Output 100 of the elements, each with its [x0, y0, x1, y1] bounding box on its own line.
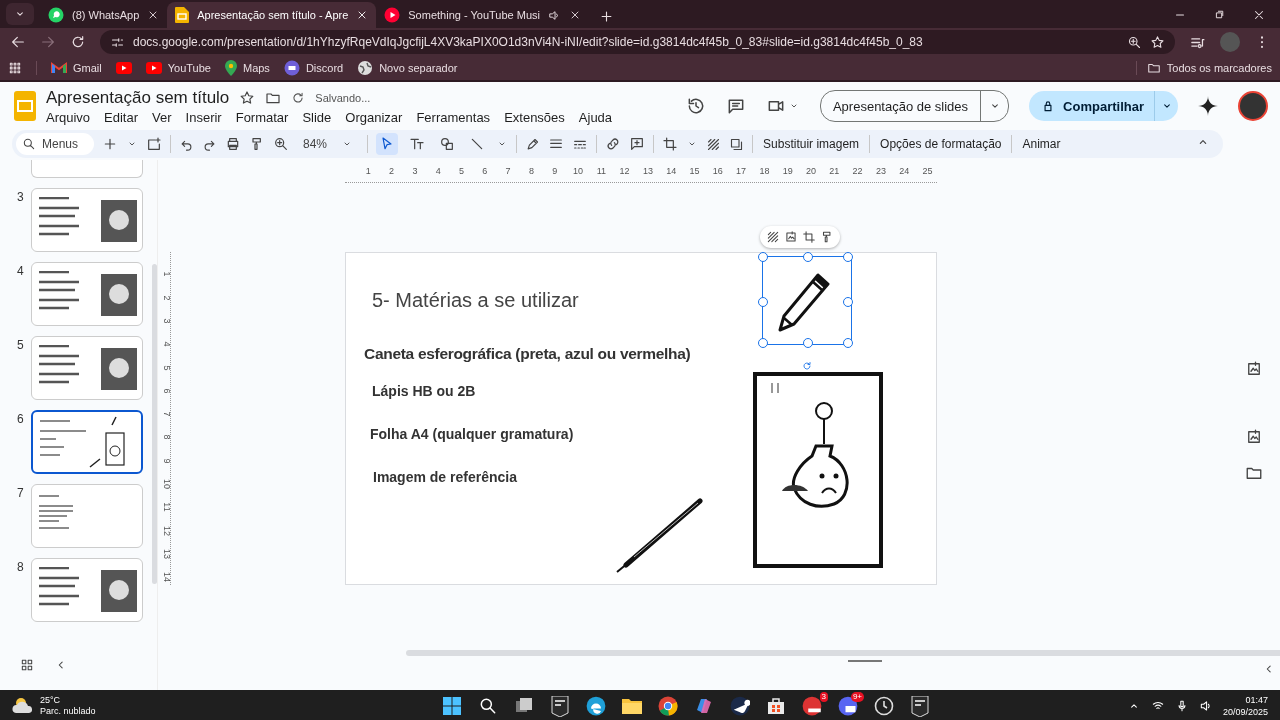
copilot-icon[interactable] [694, 696, 714, 716]
all-bookmarks-link[interactable]: Todos os marcadores [1135, 61, 1272, 75]
ruler-number: 4 [162, 340, 172, 349]
rotate-icon[interactable] [801, 360, 813, 372]
slide-thumbnail[interactable] [31, 410, 143, 474]
replace-image-icon[interactable] [784, 230, 798, 244]
search-icon[interactable] [478, 696, 498, 716]
shield-logo-icon[interactable] [551, 695, 569, 717]
menu-item[interactable]: Ver [152, 109, 172, 125]
bookmark-link[interactable] [115, 62, 132, 74]
menu-item[interactable]: Arquivo [46, 109, 91, 125]
close-icon[interactable] [1252, 8, 1266, 22]
crop-icon[interactable] [802, 230, 816, 244]
remove-background-icon[interactable] [766, 230, 780, 244]
ruler-number: 18 [758, 166, 771, 176]
crop-icon[interactable] [662, 136, 679, 152]
tab-title: (8) WhatsApp [72, 9, 140, 21]
address-bar[interactable]: docs.google.com/presentation/d/1hYhzyfRqeVdIqJgcfijL4XV3kaPIX0O1d3nVi4N-iNI/edit?slide=id.g3814dc4f45b_0_83#slide=id.g3814dc4f45b_0_83 [100, 30, 1175, 54]
scrollbar[interactable] [152, 264, 157, 584]
ruler-number: 23 [874, 166, 887, 176]
ruler-number: 2 [388, 166, 396, 176]
ruler-number: 7 [162, 410, 172, 419]
menu-item[interactable]: Editar [104, 109, 139, 125]
zoom-select[interactable]: 84% [297, 136, 360, 152]
apps-grid-icon[interactable] [8, 61, 22, 75]
bookmark-star-icon[interactable] [1150, 34, 1165, 50]
ruler-number: 2 [162, 294, 172, 303]
clock-icon[interactable] [874, 696, 894, 716]
scrollbar[interactable] [406, 650, 1280, 656]
search-icon [22, 137, 36, 151]
speaker-icon [547, 8, 561, 22]
ruler-number: 8 [162, 433, 172, 442]
sparkle-icon[interactable] [1198, 96, 1218, 116]
star-icon[interactable] [239, 89, 256, 106]
store-bag-icon[interactable] [766, 696, 786, 716]
toolbar-action-button[interactable]: Opções de formatação [878, 137, 1004, 151]
menu-item[interactable]: Extensões [504, 109, 565, 125]
taskbar-clock[interactable]: 01:47 20/09/2025 [1222, 694, 1268, 718]
ruler-number: 8 [527, 166, 535, 176]
browser-tab[interactable]: Apresentação sem título - Apre [167, 2, 377, 28]
ruler-number: 9 [551, 166, 559, 176]
remove-background-icon[interactable] [706, 136, 722, 152]
menu-item[interactable]: Formatar [235, 109, 289, 125]
bookmark-link[interactable]: Novo separador [357, 60, 458, 76]
ruler-number: 6 [481, 166, 489, 176]
slide-number: 5 [16, 337, 25, 354]
bookmark-link[interactable]: Gmail [51, 62, 102, 74]
menu-item[interactable]: Ajuda [578, 109, 613, 125]
ruler-number: 13 [641, 166, 654, 176]
menu-search-field[interactable]: Menus [16, 133, 94, 155]
menu-item[interactable]: Organizar [345, 109, 403, 125]
replace-image-icon[interactable] [729, 136, 745, 152]
back-icon[interactable] [10, 34, 26, 50]
ruler-number: 11 [595, 166, 607, 176]
chrome-icon[interactable] [658, 696, 678, 716]
bookmark-link[interactable]: Maps [224, 60, 270, 76]
ruler-number: 20 [805, 166, 817, 176]
document-title[interactable]: Apresentação sem título [46, 87, 230, 108]
pen-icon[interactable] [525, 136, 541, 152]
shield-logo-icon[interactable] [911, 695, 929, 717]
new-slide-icon[interactable] [146, 136, 162, 152]
windows-start-icon[interactable] [442, 696, 462, 716]
account-avatar[interactable] [1238, 91, 1268, 121]
menu-item[interactable]: Ferramentas [416, 109, 491, 125]
folder-icon[interactable] [622, 697, 642, 715]
sync-icon [291, 90, 306, 105]
youtube-icon [145, 62, 162, 74]
toolbar-action-button[interactable]: Substituir imagem [761, 137, 862, 151]
menu-item[interactable]: Slide [302, 109, 332, 125]
grid-view-icon[interactable] [20, 658, 34, 672]
menu-item[interactable]: Inserir [185, 109, 222, 125]
ruler-number: 22 [851, 166, 864, 176]
print-icon[interactable] [225, 136, 241, 152]
bookmark-link[interactable]: YouTube [145, 62, 211, 74]
weather-cloud-icon[interactable] [12, 697, 34, 715]
paint-format-icon[interactable] [820, 230, 834, 244]
ruler-number: 1 [162, 270, 172, 279]
toolbar-action-button[interactable]: Animar [1020, 137, 1063, 151]
plus-icon[interactable] [598, 9, 614, 24]
zoom-icon[interactable] [273, 136, 289, 152]
ruler-number: 14 [162, 571, 172, 584]
image-add-icon[interactable] [1245, 428, 1263, 446]
ruler-number: 24 [898, 166, 911, 176]
add-comment-icon[interactable] [629, 136, 646, 152]
browser-tab[interactable]: (8) WhatsApp [40, 2, 168, 28]
ruler-number: 5 [162, 364, 172, 372]
bookmark-link[interactable]: Discord [283, 60, 344, 76]
browser-tab[interactable]: Something - YouTube Musi [376, 2, 589, 28]
restore-icon[interactable] [1213, 8, 1226, 21]
speaker-icon[interactable] [1198, 699, 1213, 713]
zoom-icon[interactable] [1127, 34, 1142, 50]
forward-icon[interactable] [40, 34, 56, 50]
image-add-icon[interactable] [1245, 360, 1263, 378]
pencil-drawing[interactable] [778, 273, 830, 333]
music-play-icon [384, 7, 401, 23]
save-status: Salvando... [315, 91, 371, 104]
image-toolbar[interactable] [760, 226, 840, 248]
select-tool[interactable] [376, 133, 399, 155]
slide-number: 6 [16, 411, 25, 428]
reload-icon[interactable] [70, 34, 86, 50]
